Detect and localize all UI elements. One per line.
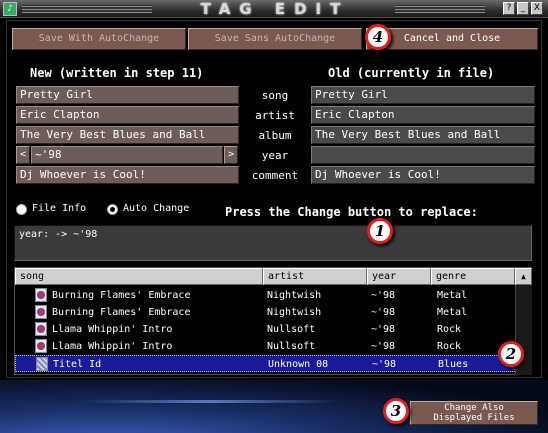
artist-label: artist (255, 109, 295, 122)
change-also-displayed-files-button[interactable]: Change Also Displayed Files (410, 401, 538, 425)
new-album-field[interactable]: The Very Best Blues and Ball (16, 126, 239, 144)
old-artist-field: Eric Clapton (311, 106, 535, 124)
cancel-and-close-button[interactable]: Cancel and Close (366, 28, 538, 50)
new-artist-field[interactable]: Eric Clapton (16, 106, 239, 124)
new-comment-field[interactable]: Dj Whoever is Cool! (16, 166, 239, 184)
change-all-line1: Change Also (444, 403, 504, 413)
cell-year: ~'98 (371, 341, 396, 352)
new-year-field[interactable]: ~'98 (31, 146, 223, 164)
cell-genre: Metal (437, 290, 468, 301)
new-song-field[interactable]: Pretty Girl (16, 86, 239, 104)
save-with-autochange-button[interactable]: Save With AutoChange (12, 28, 186, 50)
cell-genre: Metal (437, 307, 468, 318)
cell-year: ~'98 (372, 359, 397, 370)
cell-artist: Nightwish (267, 290, 322, 301)
table-row[interactable]: Burning Flames' Embrace Nightwish ~'98 M… (15, 304, 515, 321)
changes-preview: year: -> ~'98 (14, 225, 532, 261)
audio-file-icon (35, 305, 47, 319)
old-song-field: Pretty Girl (311, 86, 535, 104)
cell-year: ~'98 (371, 307, 396, 318)
column-header-year[interactable]: year (367, 268, 431, 285)
table-row-selected[interactable]: Titel Id Unknown 08 ~'98 Blues (15, 355, 515, 372)
file-info-radio[interactable] (16, 204, 27, 215)
scroll-up-arrow-icon[interactable]: ▲ (515, 268, 532, 285)
cell-artist: Unknown 08 (268, 359, 329, 370)
audio-file-icon (35, 322, 47, 336)
changes-text: year: -> ~'98 (19, 229, 98, 240)
save-sans-autochange-button[interactable]: Save Sans AutoChange (188, 28, 362, 50)
year-label: year (261, 149, 289, 162)
new-column-header: New (written in step 11) (30, 66, 204, 80)
title-grip-right (395, 5, 485, 13)
album-label: album (258, 129, 292, 142)
old-column-header: Old (currently in file) (328, 66, 495, 80)
step-badge-1: 1 (367, 218, 393, 244)
old-comment-field: Dj Whoever is Cool! (311, 166, 535, 184)
column-header-artist[interactable]: artist (263, 268, 367, 285)
audio-file-icon (35, 339, 47, 353)
cell-artist: Nightwish (267, 307, 322, 318)
song-label: song (261, 89, 289, 102)
cell-genre: Rock (437, 341, 462, 352)
cell-song: Llama Whippin' Intro (52, 324, 173, 335)
cell-year: ~'98 (371, 290, 396, 301)
step-badge-4: 4 (365, 24, 391, 50)
column-header-song[interactable]: song (15, 268, 263, 285)
close-button[interactable]: X (531, 2, 543, 15)
cell-song: Llama Whippin' Intro (52, 341, 173, 352)
cell-year: ~'98 (371, 324, 396, 335)
step-badge-2: 2 (498, 341, 524, 367)
help-button[interactable]: ? (503, 2, 515, 15)
replace-instruction: Press the Change button to replace: (225, 205, 478, 219)
music-note-icon[interactable]: ♪ (3, 2, 17, 16)
window-title: TAG EDIT (200, 0, 350, 18)
title-grip-left (22, 5, 152, 13)
column-header-genre[interactable]: genre (431, 268, 515, 285)
file-info-label[interactable]: File Info (32, 203, 86, 214)
cell-artist: Nullsoft (267, 341, 316, 352)
cell-artist: Nullsoft (267, 324, 316, 335)
table-header: song artist year genre (15, 268, 515, 285)
cell-song: Titel Id (53, 359, 102, 370)
old-album-field: The Very Best Blues and Ball (311, 126, 535, 144)
audio-file-icon (35, 288, 47, 302)
change-all-line2: Displayed Files (433, 413, 515, 423)
step-badge-3: 3 (383, 398, 409, 424)
comment-label: comment (251, 169, 299, 182)
auto-change-radio[interactable] (107, 204, 118, 215)
title-bar[interactable]: ♪ TAG EDIT ? _ X (0, 0, 548, 18)
file-list-table: song artist year genre ▲ Burning Flames'… (14, 267, 532, 375)
audio-file-icon (36, 357, 48, 371)
cell-genre: Rock (437, 324, 462, 335)
table-row[interactable]: Llama Whippin' Intro Nullsoft ~'98 Rock (15, 321, 515, 338)
auto-change-label[interactable]: Auto Change (123, 203, 189, 214)
minimize-button[interactable]: _ (517, 2, 529, 15)
old-year-field (311, 146, 535, 164)
light-streak (80, 400, 340, 403)
table-row[interactable]: Llama Whippin' Intro Nullsoft ~'98 Rock (15, 338, 515, 355)
table-row[interactable]: Burning Flames' Embrace Nightwish ~'98 M… (15, 287, 515, 304)
cell-song: Burning Flames' Embrace (52, 290, 191, 301)
year-prev-arrow[interactable]: < (16, 146, 30, 164)
cell-song: Burning Flames' Embrace (52, 307, 191, 318)
year-next-arrow[interactable]: > (224, 146, 238, 164)
cell-genre: Blues (438, 359, 469, 370)
